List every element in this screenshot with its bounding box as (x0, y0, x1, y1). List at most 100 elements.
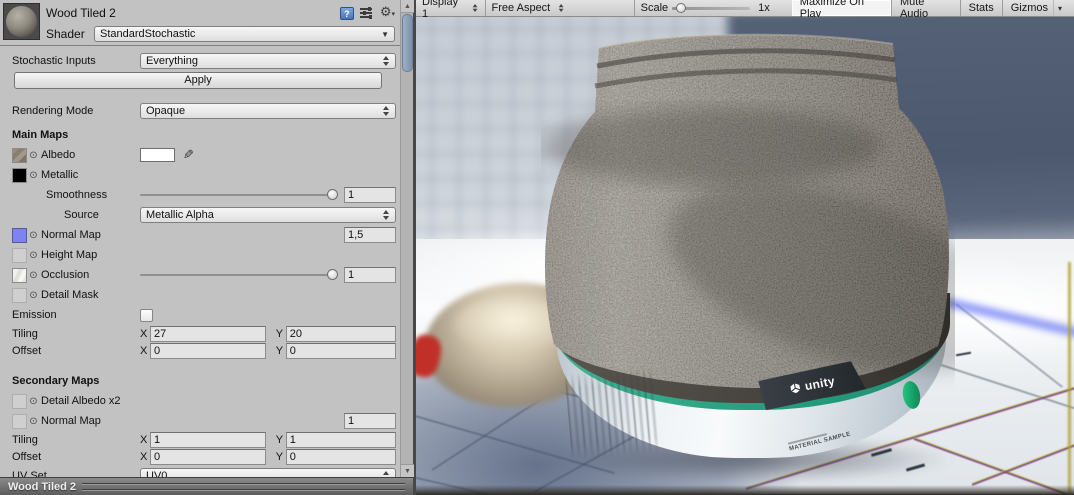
display-dropdown[interactable]: Display 1 (416, 0, 486, 20)
object-picker-icon[interactable]: ⊙ (27, 290, 40, 301)
secondary-offset-x-field[interactable] (150, 449, 266, 465)
x-axis-label: X (140, 451, 148, 463)
detail-mask-label: Detail Mask (41, 289, 99, 301)
secondary-normal-scale-field[interactable] (344, 413, 396, 429)
slider-track (140, 274, 338, 276)
offset-x-field[interactable] (150, 343, 266, 359)
y-axis-label: Y (275, 434, 284, 446)
game-render-surface[interactable]: unity MATERIAL SAMPLE (416, 17, 1074, 494)
inspector-scrollbar[interactable]: ▲ ▼ (400, 0, 414, 477)
x-axis-label: X (140, 434, 148, 446)
jar-shoulder-shadow (541, 108, 881, 184)
object-picker-icon[interactable]: ⊙ (27, 230, 40, 241)
smoothness-value-field[interactable] (344, 187, 396, 203)
help-icon[interactable]: ? (339, 6, 354, 20)
object-picker-icon[interactable]: ⊙ (27, 250, 40, 261)
material-sphere-icon (6, 6, 37, 37)
secondary-offset-y-field[interactable] (285, 449, 396, 465)
metallic-label: Metallic (41, 169, 79, 181)
shader-value: StandardStochastic (100, 28, 196, 40)
main-maps-header: Main Maps (12, 129, 69, 141)
emission-checkbox[interactable] (140, 308, 153, 322)
y-axis-label: Y (275, 451, 284, 463)
tiling-y-field[interactable] (285, 326, 396, 342)
emission-label: Emission (12, 309, 57, 321)
object-picker-icon[interactable]: ⊙ (27, 416, 40, 427)
aspect-dropdown[interactable]: Free Aspect (486, 0, 635, 16)
occlusion-texture-thumbnail[interactable] (12, 267, 27, 283)
scroll-down-icon[interactable]: ▼ (401, 464, 414, 477)
material-title: Wood Tiled 2 (46, 6, 116, 20)
gizmos-label: Gizmos (1010, 2, 1048, 14)
uv-set-dropdown[interactable]: UV0 (140, 468, 396, 477)
smoothness-slider[interactable] (140, 187, 338, 203)
albedo-label: Albedo (41, 149, 76, 161)
scale-control: Scale 1x (635, 0, 776, 16)
normal-map-label: Normal Map (41, 229, 101, 241)
mute-audio-button[interactable]: Mute Audio (892, 0, 961, 20)
rendering-mode-dropdown[interactable]: Opaque (140, 103, 396, 119)
maximize-on-play-button[interactable]: Maximize On Play (791, 0, 892, 20)
scale-value: 1x (758, 2, 770, 14)
apply-button[interactable]: Apply (14, 72, 382, 89)
secondary-tiling-label: Tiling (12, 434, 38, 446)
uv-set-label: UV Set (12, 470, 47, 477)
gear-icon[interactable]: ⚙▾ (380, 5, 395, 21)
uv-set-value: UV0 (146, 470, 168, 477)
occlusion-value-field[interactable] (344, 267, 396, 283)
offset-y-field[interactable] (285, 343, 396, 359)
tiling-label: Tiling (12, 328, 38, 340)
material-preview-bar[interactable]: Wood Tiled 2 (0, 477, 413, 495)
presets-icon[interactable] (359, 7, 374, 19)
material-header: Wood Tiled 2 ? ⚙▾ Shader StandardStochas… (0, 0, 413, 46)
gizmos-arrow-icon[interactable]: ▾ (1052, 0, 1066, 16)
smoothness-label: Smoothness (46, 189, 108, 201)
stochastic-inputs-value: Everything (146, 55, 198, 67)
metallic-texture-thumbnail[interactable] (12, 167, 27, 183)
normal-map-texture-thumbnail[interactable] (12, 227, 27, 243)
height-map-texture-thumbnail[interactable] (12, 247, 27, 263)
secondary-normal-map-label: Normal Map (41, 415, 101, 427)
slider-knob[interactable] (327, 189, 338, 200)
shader-dropdown[interactable]: StandardStochastic ▼ (94, 26, 395, 42)
object-picker-icon[interactable]: ⊙ (27, 170, 40, 181)
dropdown-arrow-icon: ▼ (381, 29, 389, 39)
albedo-color-swatch[interactable] (140, 148, 175, 162)
scroll-up-icon[interactable]: ▲ (401, 0, 414, 13)
scale-slider[interactable] (672, 2, 751, 13)
barcode (564, 365, 662, 461)
tiling-x-field[interactable] (150, 326, 266, 342)
secondary-tiling-x-field[interactable] (150, 432, 266, 448)
height-map-label: Height Map (41, 249, 98, 261)
yellow-edge-line (1068, 262, 1071, 494)
object-picker-icon[interactable]: ⊙ (27, 150, 40, 161)
material-preview-thumbnail[interactable] (3, 3, 40, 40)
drag-handle-icon[interactable] (82, 483, 405, 490)
secondary-tiling-y-field[interactable] (285, 432, 396, 448)
object-picker-icon[interactable]: ⊙ (27, 270, 40, 281)
stochastic-inputs-dropdown[interactable]: Everything (140, 53, 396, 69)
normal-map-scale-field[interactable] (344, 227, 396, 243)
offset-label: Offset (12, 345, 42, 357)
secondary-maps-header: Secondary Maps (12, 375, 100, 387)
object-picker-icon[interactable]: ⊙ (27, 396, 40, 407)
scale-knob[interactable] (676, 2, 687, 13)
eyedropper-icon[interactable]: ✎ (183, 147, 194, 163)
enum-arrows-icon (383, 106, 390, 116)
secondary-normal-texture-thumbnail[interactable] (12, 413, 27, 429)
gizmos-button[interactable]: Gizmos ▾ (1003, 0, 1074, 16)
y-axis-label: Y (275, 328, 284, 340)
detail-mask-texture-thumbnail[interactable] (12, 287, 27, 303)
occlusion-slider[interactable] (140, 267, 338, 283)
stats-button[interactable]: Stats (961, 0, 1003, 16)
unity-logo-icon (788, 381, 802, 395)
albedo-texture-thumbnail[interactable] (12, 147, 27, 163)
rendering-mode-value: Opaque (146, 105, 186, 117)
detail-albedo-texture-thumbnail[interactable] (12, 393, 27, 409)
slider-knob[interactable] (327, 269, 338, 280)
source-dropdown[interactable]: Metallic Alpha (140, 207, 396, 223)
enum-arrows-icon (558, 4, 565, 12)
source-label: Source (64, 209, 99, 221)
slider-track (140, 194, 338, 196)
scrollbar-thumb[interactable] (402, 14, 413, 72)
